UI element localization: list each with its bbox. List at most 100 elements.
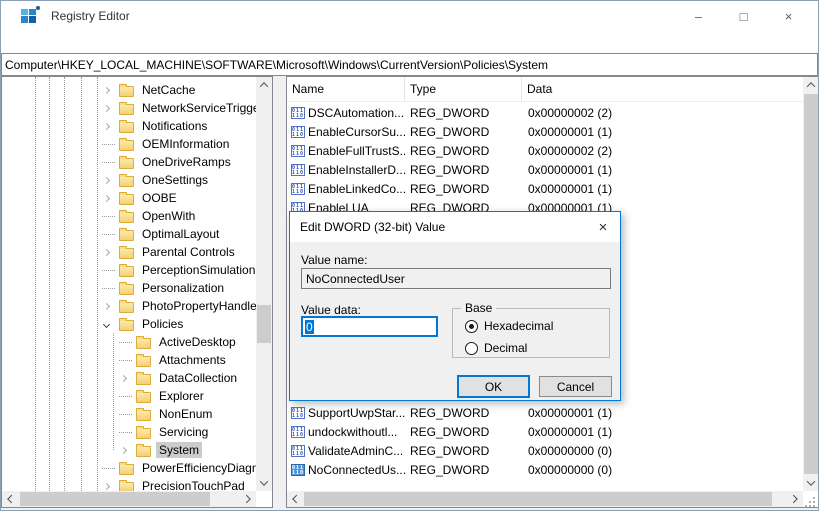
expander-icon[interactable] xyxy=(102,233,119,235)
expander-icon[interactable] xyxy=(102,302,119,310)
value-row[interactable]: SupportUwpStar... REG_DWORD 0x00000001 (… xyxy=(287,403,803,422)
menu-item[interactable] xyxy=(39,40,45,44)
scroll-up-icon[interactable] xyxy=(803,77,818,93)
value-row[interactable]: EnableInstallerD... REG_DWORD 0x00000001… xyxy=(287,160,803,179)
close-button[interactable]: × xyxy=(766,1,811,31)
scroll-right-icon[interactable] xyxy=(240,491,256,507)
value-data: 0x00000001 (1) xyxy=(528,405,613,420)
expander-icon[interactable] xyxy=(102,86,119,94)
tree-vscroll-thumb[interactable] xyxy=(257,305,271,343)
menu-item[interactable] xyxy=(23,40,29,44)
tree-item-label: PowerEfficiencyDiagno xyxy=(142,461,256,475)
column-header-name[interactable]: Name xyxy=(287,77,405,101)
expander-icon[interactable] xyxy=(119,431,136,433)
value-row[interactable]: DSCAutomation... REG_DWORD 0x00000002 (2… xyxy=(287,103,803,122)
tree-item[interactable]: Servicing xyxy=(2,423,256,441)
tree-item[interactable]: OpenWith xyxy=(2,207,256,225)
resize-grip[interactable] xyxy=(805,497,815,507)
tree-item[interactable]: OOBE xyxy=(2,189,256,207)
tree-item[interactable]: PerceptionSimulationEx xyxy=(2,261,256,279)
tree-vertical-scrollbar[interactable] xyxy=(256,77,272,491)
value-row[interactable]: EnableFullTrustS... REG_DWORD 0x00000002… xyxy=(287,141,803,160)
expander-icon[interactable] xyxy=(102,194,119,202)
tree-item[interactable]: Policies xyxy=(2,315,256,333)
tree-item[interactable]: NetworkServiceTriggers xyxy=(2,99,256,117)
expander-icon[interactable] xyxy=(119,359,136,361)
expander-icon[interactable] xyxy=(119,341,136,343)
column-header-type[interactable]: Type xyxy=(405,77,522,101)
expander-icon[interactable] xyxy=(102,122,119,130)
folder-icon xyxy=(119,83,134,97)
value-row[interactable]: ValidateAdminC... REG_DWORD 0x00000000 (… xyxy=(287,441,803,460)
expander-icon[interactable] xyxy=(102,467,119,469)
folder-icon xyxy=(119,191,134,205)
scroll-up-icon[interactable] xyxy=(256,77,272,93)
base-radio[interactable]: Decimal xyxy=(465,341,527,355)
expander-icon[interactable] xyxy=(102,104,119,112)
scroll-down-icon[interactable] xyxy=(803,475,818,491)
tree-item[interactable]: Attachments xyxy=(2,351,256,369)
value-row[interactable]: EnableLinkedCo... REG_DWORD 0x00000001 (… xyxy=(287,179,803,198)
list-vscroll-thumb[interactable] xyxy=(804,94,818,474)
scroll-right-icon[interactable] xyxy=(787,491,803,507)
tree-item[interactable]: PrecisionTouchPad xyxy=(2,477,256,491)
expander-icon[interactable] xyxy=(102,248,119,256)
value-name-field[interactable]: NoConnectedUser xyxy=(301,268,611,289)
value-data-field[interactable]: 0 xyxy=(301,316,438,337)
dword-icon xyxy=(291,406,305,419)
tree-item[interactable]: OptimalLayout xyxy=(2,225,256,243)
list-horizontal-scrollbar[interactable] xyxy=(287,491,803,507)
expander-icon[interactable] xyxy=(119,446,136,454)
tree-item[interactable]: PhotoPropertyHandler xyxy=(2,297,256,315)
tree-item[interactable]: NetCache xyxy=(2,81,256,99)
expander-icon[interactable] xyxy=(119,395,136,397)
tree-item[interactable]: NonEnum xyxy=(2,405,256,423)
list-hscroll-thumb[interactable] xyxy=(304,492,772,506)
dialog-close-icon[interactable]: × xyxy=(586,212,620,242)
tree-item[interactable]: Notifications xyxy=(2,117,256,135)
expander-icon[interactable] xyxy=(102,176,119,184)
window-controls: – □ × xyxy=(676,1,811,31)
value-row[interactable]: NoConnectedUs... REG_DWORD 0x00000000 (0… xyxy=(287,460,803,479)
tree-horizontal-scrollbar[interactable] xyxy=(2,491,256,507)
menu-item[interactable] xyxy=(71,40,77,44)
tree-item[interactable]: OneSettings xyxy=(2,171,256,189)
expander-icon[interactable] xyxy=(102,143,119,145)
expander-icon[interactable] xyxy=(102,161,119,163)
value-row[interactable]: EnableCursorSu... REG_DWORD 0x00000001 (… xyxy=(287,122,803,141)
tree-item-label: Personalization xyxy=(142,281,225,295)
pane-splitter[interactable] xyxy=(273,76,286,508)
column-header-data[interactable]: Data xyxy=(522,77,803,101)
expander-icon[interactable] xyxy=(102,269,119,271)
scroll-left-icon[interactable] xyxy=(287,491,303,507)
tree-item[interactable]: Explorer xyxy=(2,387,256,405)
expander-icon[interactable] xyxy=(119,413,136,415)
base-radio[interactable]: Hexadecimal xyxy=(465,319,553,333)
tree-hscroll-thumb[interactable] xyxy=(20,492,210,506)
expander-icon[interactable] xyxy=(102,320,119,328)
maximize-button[interactable]: □ xyxy=(721,1,766,31)
scroll-down-icon[interactable] xyxy=(256,475,272,491)
scroll-left-icon[interactable] xyxy=(2,491,18,507)
value-row[interactable]: undockwithoutl... REG_DWORD 0x00000001 (… xyxy=(287,422,803,441)
tree-item[interactable]: Personalization xyxy=(2,279,256,297)
address-bar[interactable]: Computer\HKEY_LOCAL_MACHINE\SOFTWARE\Mic… xyxy=(1,53,818,76)
cancel-button[interactable]: Cancel xyxy=(539,376,612,397)
menu-item[interactable] xyxy=(7,40,13,44)
list-vertical-scrollbar[interactable] xyxy=(803,77,818,491)
ok-button[interactable]: OK xyxy=(457,375,530,398)
tree-item[interactable]: OEMInformation xyxy=(2,135,256,153)
expander-icon[interactable] xyxy=(119,374,136,382)
expander-icon[interactable] xyxy=(102,215,119,217)
expander-icon[interactable] xyxy=(102,287,119,289)
tree-item[interactable]: ActiveDesktop xyxy=(2,333,256,351)
tree-item[interactable]: DataCollection xyxy=(2,369,256,387)
expander-icon[interactable] xyxy=(102,482,119,490)
tree-item[interactable]: System xyxy=(2,441,256,459)
tree-item[interactable]: OneDriveRamps xyxy=(2,153,256,171)
menu-item[interactable] xyxy=(55,40,61,44)
minimize-button[interactable]: – xyxy=(676,1,721,31)
tree-item[interactable]: Parental Controls xyxy=(2,243,256,261)
folder-icon xyxy=(119,281,134,295)
tree-item[interactable]: PowerEfficiencyDiagno xyxy=(2,459,256,477)
